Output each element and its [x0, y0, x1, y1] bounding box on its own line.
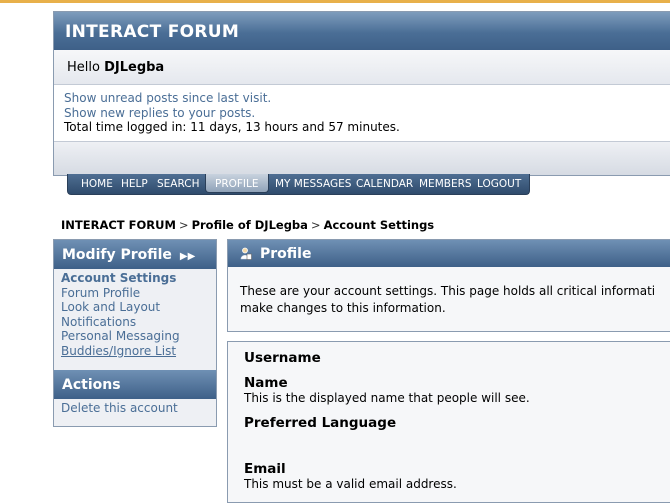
field-language-label: Preferred Language	[244, 415, 397, 431]
field-name-desc: This is the displayed name that people w…	[244, 391, 530, 405]
field-username-label: Username	[244, 350, 321, 366]
profile-desc-line2: make changes to this information.	[240, 301, 446, 315]
greeting-username: DJLegba	[104, 60, 165, 75]
field-name-label: Name	[244, 375, 288, 391]
modify-profile-list: Account Settings Forum Profile Look and …	[54, 269, 216, 358]
forum-title: INTERACT FORUM	[54, 12, 670, 50]
greeting-prefix: Hello	[67, 60, 100, 75]
new-replies-link[interactable]: Show new replies to your posts.	[64, 106, 670, 121]
menu-my-messages[interactable]: MY MESSAGES	[275, 178, 351, 190]
double-chevron-right-icon[interactable]: ▶▶	[172, 251, 195, 262]
field-email-desc: This must be a valid email address.	[244, 477, 457, 491]
menu-home[interactable]: HOME	[81, 178, 113, 190]
profile-panel-title: Profile	[260, 246, 312, 262]
sidebar-item-notifications[interactable]: Notifications	[61, 315, 216, 330]
time-logged-text: Total time logged in: 11 days, 13 hours …	[64, 120, 400, 134]
profile-sidebar: Modify Profile ▶▶ Account Settings Forum …	[53, 239, 217, 427]
main-menu: HOME HELP SEARCH PROFILE MY MESSAGES CAL…	[67, 174, 530, 195]
modify-profile-heading: Modify Profile ▶▶	[54, 240, 216, 269]
menu-members[interactable]: MEMBERS	[419, 178, 472, 190]
menu-calendar[interactable]: CALENDAR	[356, 178, 413, 190]
forum-header: INTERACT FORUM Hello DJLegba Show unread…	[53, 11, 670, 176]
field-username: Username	[244, 350, 321, 366]
sidebar-item-look-and-layout[interactable]: Look and Layout	[61, 300, 216, 315]
menu-logout[interactable]: LOGOUT	[477, 178, 521, 190]
field-name: Name This is the displayed name that peo…	[244, 375, 530, 405]
field-email: Email This must be a valid email address…	[244, 461, 457, 491]
breadcrumb: INTERACT FORUM > Profile of DJLegba > Accoun…	[61, 218, 434, 232]
menu-profile[interactable]: PROFILE	[205, 174, 269, 193]
breadcrumb-forum[interactable]: INTERACT FORUM	[61, 218, 176, 232]
sidebar-item-forum-profile[interactable]: Forum Profile	[61, 286, 216, 301]
menu-search[interactable]: SEARCH	[157, 178, 199, 190]
profile-user-icon	[240, 247, 252, 260]
profile-desc-line1: These are your account settings. This pa…	[240, 284, 656, 298]
greeting: Hello DJLegba	[54, 50, 670, 85]
delete-account-link[interactable]: Delete this account	[61, 401, 216, 416]
account-settings-form: Username Name This is the displayed name…	[227, 341, 670, 503]
top-accent-line	[0, 0, 670, 3]
breadcrumb-sep: >	[178, 218, 189, 232]
menu-help[interactable]: HELP	[121, 178, 148, 190]
actions-heading: Actions	[54, 370, 216, 399]
field-preferred-language: Preferred Language	[244, 415, 396, 431]
breadcrumb-profile[interactable]: Profile of DJLegba	[192, 218, 308, 232]
breadcrumb-account-settings[interactable]: Account Settings	[324, 218, 435, 232]
header-info: Show unread posts since last visit. Show…	[54, 85, 670, 142]
actions-list: Delete this account	[54, 399, 216, 416]
sidebar-item-personal-messaging[interactable]: Personal Messaging	[61, 329, 216, 344]
breadcrumb-sep: >	[310, 218, 321, 232]
sidebar-item-buddies-ignore-list[interactable]: Buddies/Ignore List	[61, 344, 216, 359]
sidebar-item-account-settings[interactable]: Account Settings	[61, 271, 216, 286]
actions-title: Actions	[62, 377, 121, 393]
profile-panel-heading: Profile	[228, 240, 670, 267]
modify-profile-title: Modify Profile	[62, 247, 172, 263]
profile-panel: Profile These are your account settings.…	[227, 239, 670, 332]
field-email-label: Email	[244, 461, 286, 477]
header-bottom-bar	[54, 142, 670, 175]
profile-description: These are your account settings. This pa…	[228, 267, 670, 317]
unread-posts-link[interactable]: Show unread posts since last visit.	[64, 91, 670, 106]
